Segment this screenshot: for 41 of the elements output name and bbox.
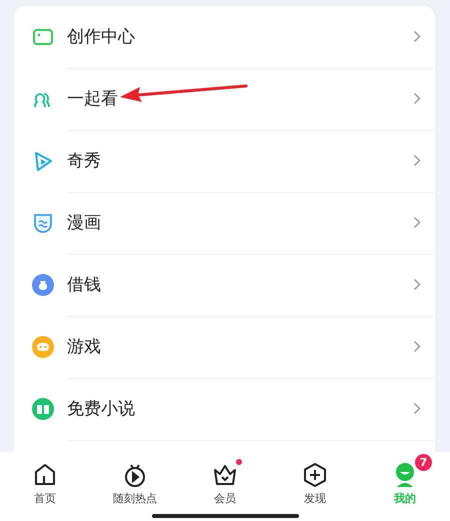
add-icon (302, 462, 328, 488)
money-bag-icon (32, 274, 54, 296)
tab[interactable]: 7 我的 (365, 453, 445, 506)
crown-icon (212, 462, 238, 488)
menu-label: 创作中心 (67, 26, 135, 48)
tab[interactable]: 会员 (185, 453, 265, 506)
gamepad-icon (32, 336, 54, 358)
menu-label: 奇秀 (67, 150, 101, 172)
tab-label: 发现 (304, 491, 326, 506)
menu-item[interactable]: 免费小说 (14, 378, 435, 440)
tab-label: 我的 (394, 491, 416, 506)
home-icon (32, 462, 58, 488)
tab[interactable]: 首页 (5, 453, 85, 506)
tab-label: 会员 (214, 491, 236, 506)
menu-label: 一起看 (67, 88, 118, 110)
screen-icon (32, 26, 54, 48)
menu-item[interactable]: 奇秀 (14, 130, 435, 192)
chevron-right-icon (413, 92, 421, 105)
menu-label: 借钱 (67, 274, 101, 296)
chevron-right-icon (413, 30, 421, 43)
count-badge: 7 (415, 454, 432, 471)
shield-icon (32, 212, 54, 234)
chevron-right-icon (413, 402, 421, 415)
menu-label: 免费小说 (67, 398, 135, 420)
play-clock-icon (122, 462, 148, 488)
play-icon (32, 150, 54, 172)
chevron-right-icon (413, 340, 421, 353)
chevron-right-icon (413, 278, 421, 291)
tab[interactable]: 随刻热点 (95, 453, 175, 506)
book-icon (32, 398, 54, 420)
menu-item[interactable]: 创作中心 (14, 6, 435, 68)
menu-item[interactable]: 借钱 (14, 254, 435, 316)
menu-item[interactable]: 游戏 (14, 316, 435, 378)
menu-item[interactable]: 漫画 (14, 192, 435, 254)
chevron-right-icon (413, 216, 421, 229)
menu-label: 漫画 (67, 212, 101, 234)
menu-label: 游戏 (67, 336, 101, 358)
chevron-right-icon (413, 154, 421, 167)
tab[interactable]: 发现 (275, 453, 355, 506)
tab-label: 随刻热点 (113, 491, 157, 506)
tab-label: 首页 (34, 491, 56, 506)
